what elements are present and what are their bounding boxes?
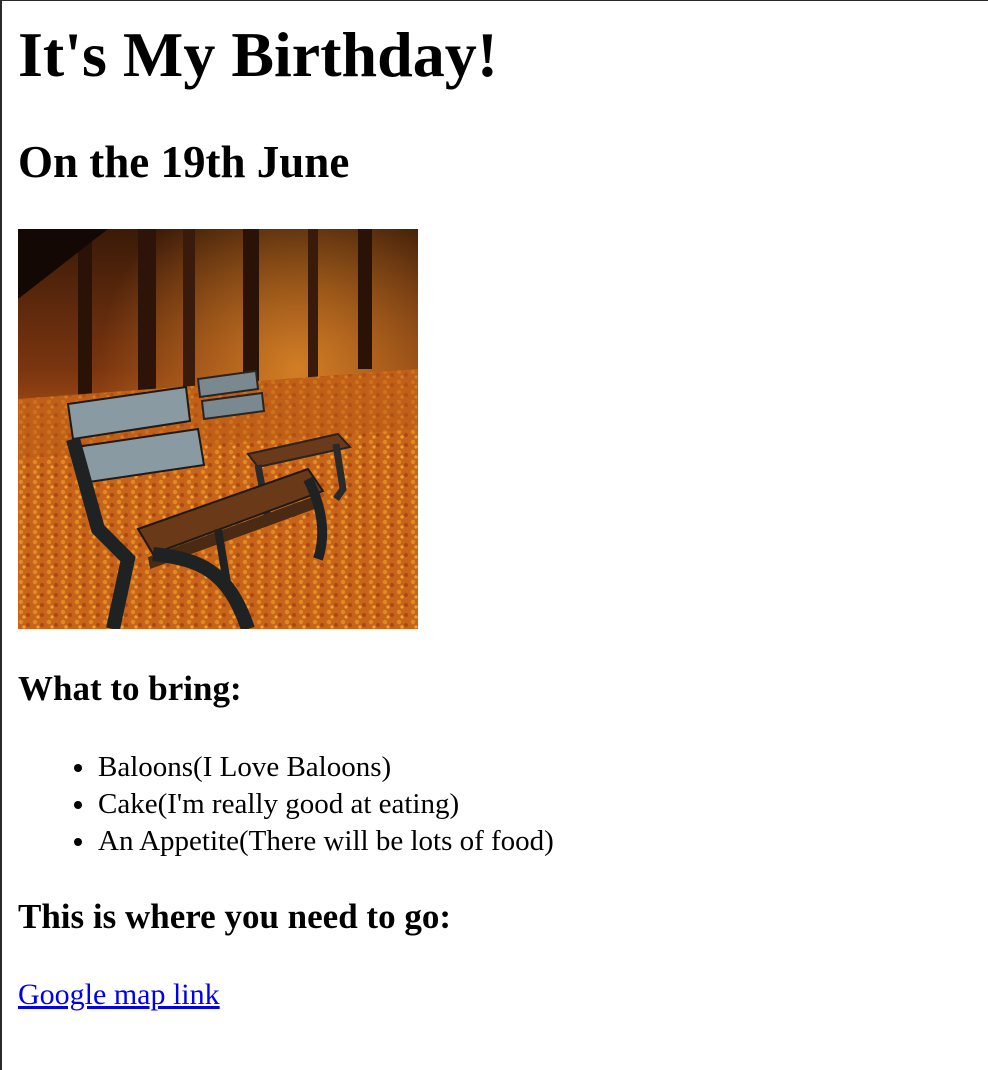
page-title: It's My Birthday!: [18, 19, 498, 90]
bullet-icon: [74, 801, 82, 809]
list-item-text: Baloons(I Love Baloons): [98, 751, 392, 783]
list-item: Baloons(I Love Baloons): [74, 749, 554, 786]
list-item: Cake(I'm really good at eating): [74, 786, 554, 823]
bullet-icon: [74, 838, 82, 846]
bullet-icon: [74, 764, 82, 772]
event-date: On the 19th June: [18, 137, 350, 187]
list-item-text: An Appetite(There will be lots of food): [98, 825, 554, 857]
bring-heading: What to bring:: [18, 669, 242, 708]
where-heading: This is where you need to go:: [18, 897, 451, 936]
park-bench-photo: [18, 229, 418, 629]
bring-list: Baloons(I Love Baloons) Cake(I'm really …: [18, 749, 554, 860]
google-map-link[interactable]: Google map link: [18, 975, 220, 1015]
list-item: An Appetite(There will be lots of food): [74, 823, 554, 860]
list-item-text: Cake(I'm really good at eating): [98, 788, 460, 820]
